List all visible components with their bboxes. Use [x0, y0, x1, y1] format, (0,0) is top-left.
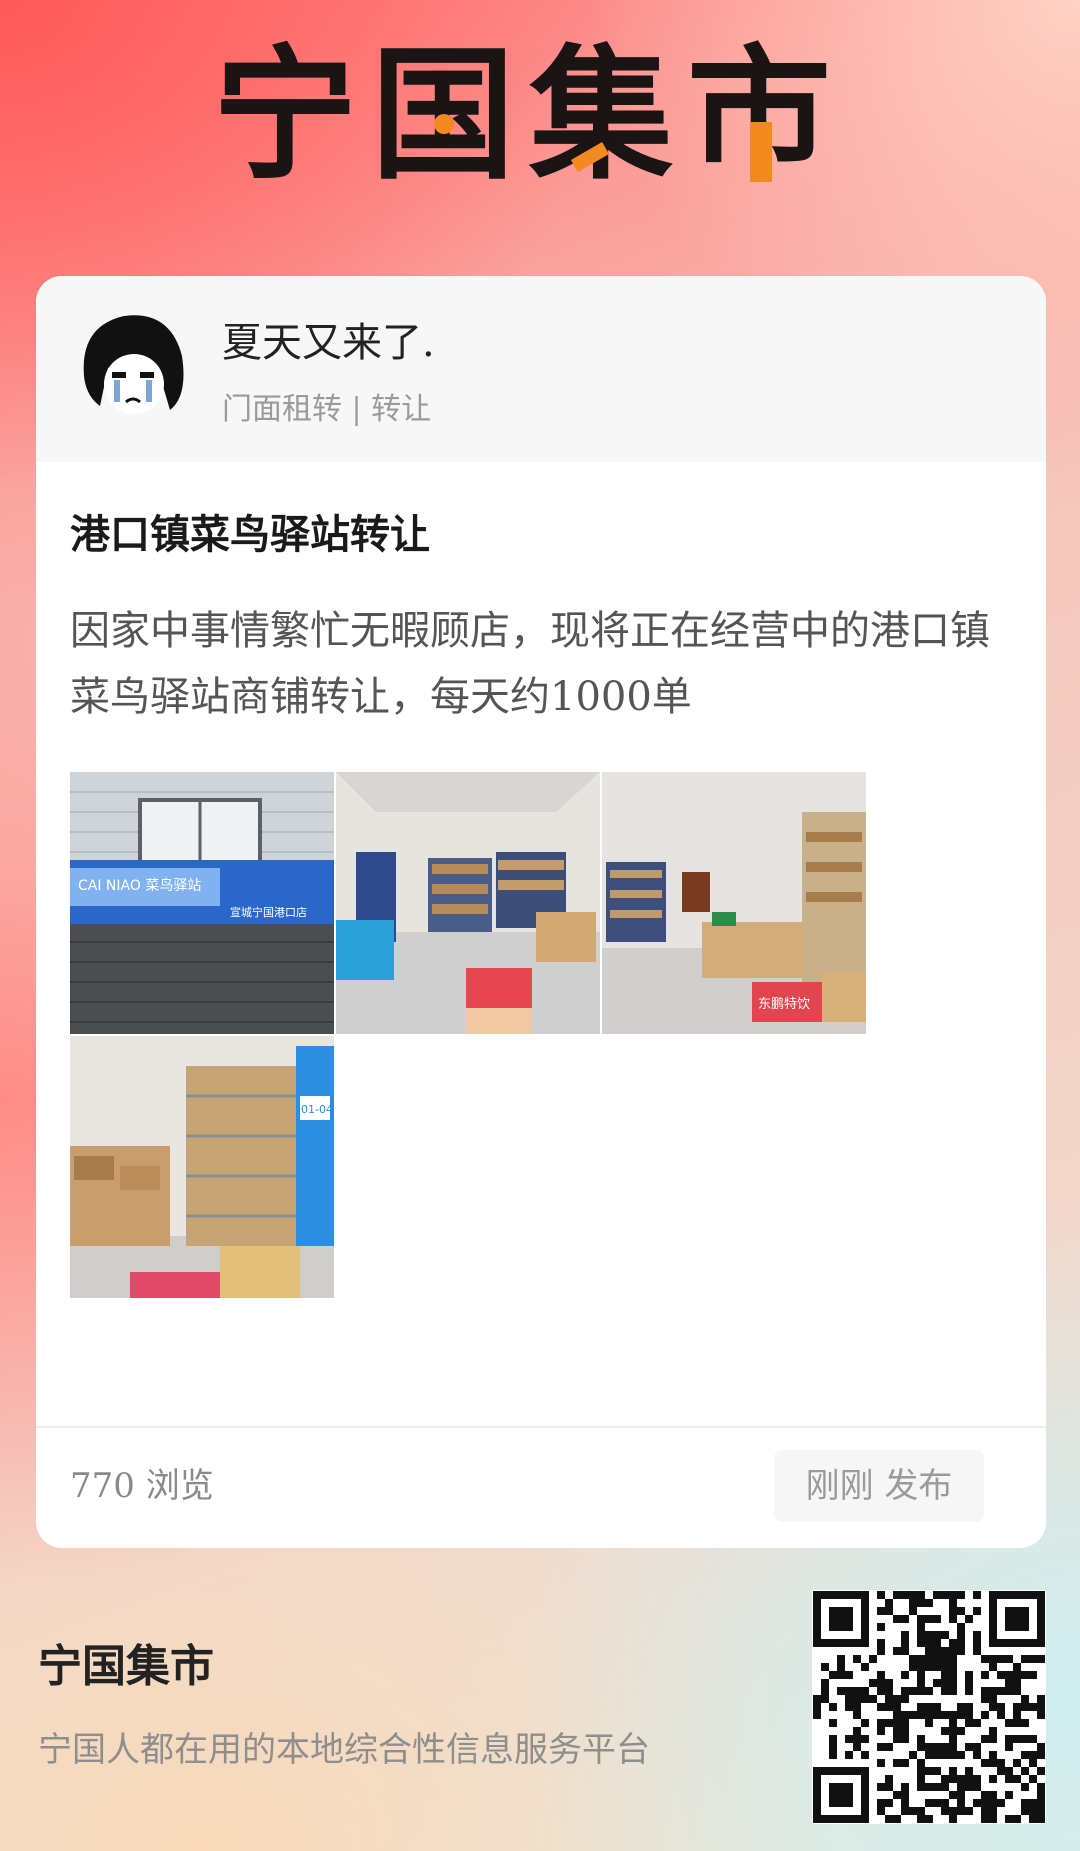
- logo-accent-stroke: [750, 122, 772, 182]
- post-body: 因家中事情繁忙无暇顾店，现将正在经营中的港口镇菜鸟驿站商铺转让，每天约1000单: [70, 608, 990, 720]
- footer-brand-name: 宁国集市: [38, 1641, 214, 1692]
- qr-finder: [1005, 1607, 1029, 1631]
- qr-code-icon: [812, 1590, 1046, 1824]
- storefront-sign: CAI NIAO 菜鸟驿站: [78, 878, 201, 894]
- logo-glyph: 宁: [212, 31, 357, 199]
- storefront-photo: CAI NIAO 菜鸟驿站 宣城宁国港口店: [70, 772, 334, 1034]
- post-photo[interactable]: 东鹏特饮: [602, 772, 866, 1034]
- logo-accent-dot: [434, 114, 454, 134]
- shelf-tag: 01-04: [301, 1103, 333, 1116]
- post-photo[interactable]: CAI NIAO 菜鸟驿站 宣城宁国港口店: [70, 772, 334, 1034]
- post-photo[interactable]: 01-04: [70, 1036, 334, 1298]
- warehouse-photo: 东鹏特饮: [602, 772, 866, 1034]
- footer-slogan: 宁国人都在用的本地综合性信息服务平台: [38, 1730, 650, 1770]
- avatar-icon: [83, 315, 184, 414]
- post-card[interactable]: 夏天又来了. 门面租转 | 转让 港口镇菜鸟驿站转让 因家中事情繁忙无暇顾店，现…: [36, 276, 1046, 1548]
- brand-logo: 宁 国 集 市: [210, 40, 840, 190]
- post-header: 夏天又来了. 门面租转 | 转让: [36, 276, 1046, 462]
- warehouse-photo: [336, 772, 600, 1034]
- qr-finder: [829, 1607, 853, 1631]
- qr-code[interactable]: [812, 1590, 1046, 1824]
- post-title: 港口镇菜鸟驿站转让: [70, 511, 430, 558]
- view-count: 770 浏览: [70, 1466, 214, 1506]
- logo-glyph: 集: [528, 31, 673, 199]
- storefront-branch: 宣城宁国港口店: [230, 905, 307, 919]
- post-photo[interactable]: [336, 772, 600, 1034]
- qr-finder: [829, 1783, 853, 1807]
- post-category[interactable]: 门面租转 | 转让: [222, 384, 431, 428]
- card-divider: [36, 1426, 1046, 1428]
- publish-time: 刚刚 发布: [774, 1450, 984, 1522]
- author-name[interactable]: 夏天又来了.: [222, 310, 435, 368]
- avatar[interactable]: [74, 306, 192, 424]
- shelves-photo: 01-04: [70, 1036, 334, 1298]
- box-label: 东鹏特饮: [758, 997, 810, 1012]
